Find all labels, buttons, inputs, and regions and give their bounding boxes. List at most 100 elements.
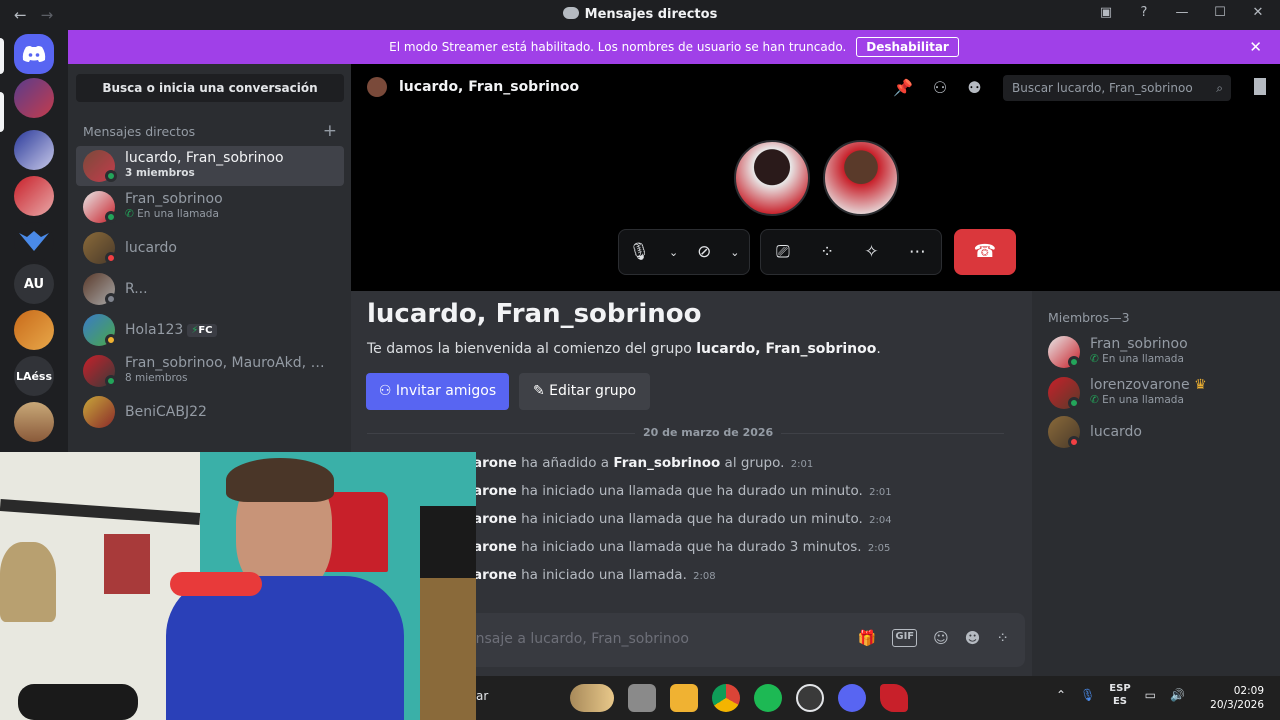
chat-search-input[interactable]: Buscar lucardo, Fran_sobrinoo ⌕	[1003, 75, 1231, 101]
chrome-icon[interactable]	[712, 684, 740, 712]
member-item[interactable]: Fran_sobrinoo ✆ En una llamada	[1048, 332, 1268, 372]
discord-window: ← → Mensajes directos ▣ ? — ☐ ✕ El modo …	[0, 0, 1280, 720]
help-icon[interactable]: ?	[1136, 5, 1152, 20]
chevron-down-icon[interactable]: ⌄	[730, 246, 739, 259]
webcam-monitor	[420, 506, 476, 580]
member-sub: ✆ En una llamada	[1090, 394, 1184, 406]
emoji-icon[interactable]: ☻	[965, 629, 981, 647]
header-actions: 📌 ⚇ ⚉	[893, 78, 982, 97]
camera-off-icon[interactable]: ⊘	[697, 242, 711, 262]
disable-streamer-button[interactable]: Deshabilitar	[856, 37, 959, 57]
home-discord-icon[interactable]	[14, 34, 54, 74]
activities-icon[interactable]: ⁘	[820, 242, 834, 262]
widget-icon[interactable]	[570, 684, 614, 712]
member-item[interactable]: lorenzovarone ♛ ✆ En una llamada	[1048, 373, 1268, 413]
window-controls: ▣ ? — ☐ ✕	[1098, 5, 1266, 20]
soundboard-icon[interactable]: ✧	[864, 242, 878, 262]
spotify-icon[interactable]	[754, 684, 782, 712]
members-header: Miembros—3	[1048, 310, 1130, 325]
task-view-icon[interactable]	[628, 684, 656, 712]
gift-icon[interactable]: 🎁	[858, 629, 877, 647]
more-options-icon[interactable]: ⋯	[909, 242, 926, 262]
webcam-hat	[0, 542, 56, 622]
server-1-icon[interactable]	[14, 130, 54, 170]
discord-taskbar-icon[interactable]	[838, 684, 866, 712]
pin-icon[interactable]: 📌	[893, 78, 913, 97]
search-icon: ⌕	[1216, 81, 1223, 95]
invite-friends-button[interactable]: ⚇ Invitar amigos	[366, 373, 509, 410]
add-friend-icon[interactable]: ⚇	[933, 78, 947, 97]
dm-sub: 3 miembros	[125, 167, 195, 179]
server-3-icon[interactable]	[14, 222, 54, 262]
server-2-icon[interactable]	[14, 176, 54, 216]
inbox-icon[interactable]: ▣	[1098, 5, 1114, 20]
call-area: 🎙 ⌄ ⊘ ⌄ ⎚ ⁘ ✧ ⋯ ☎	[351, 112, 1280, 291]
obs-icon[interactable]	[796, 684, 824, 712]
discord-logo-icon	[562, 7, 579, 19]
system-message: arone ha añadido a Fran_sobrinoo al grup…	[473, 455, 814, 471]
call-participant-avatar[interactable]	[823, 140, 899, 216]
screen-share-icon[interactable]: ⎚	[776, 242, 790, 262]
chevron-down-icon[interactable]: ⌄	[669, 246, 678, 259]
server-4-icon[interactable]	[14, 310, 54, 350]
call-pill	[0, 92, 4, 132]
call-participant-avatar[interactable]	[734, 140, 810, 216]
dm-call-avatar[interactable]	[14, 78, 54, 118]
pencil-icon: ✎	[532, 383, 550, 399]
apps-icon[interactable]: ⁘	[996, 629, 1009, 647]
server-laess-icon[interactable]: LAéss	[14, 356, 54, 396]
game-app-icon[interactable]	[880, 684, 908, 712]
dm-item-r[interactable]: R...	[76, 269, 344, 309]
webcam-poster	[104, 534, 150, 594]
member-list: Miembros—3 Fran_sobrinoo ✆ En una llamad…	[1032, 291, 1280, 720]
dm-item-lucardo[interactable]: lucardo	[76, 228, 344, 268]
date-divider: 20 de marzo de 2026	[367, 426, 1004, 439]
phone-icon: ✆	[125, 208, 134, 220]
microphone-icon[interactable]: 🎙	[628, 242, 650, 262]
minimize-button[interactable]: —	[1174, 5, 1190, 20]
status-dot	[105, 211, 117, 223]
message-placeholder: ensaje a lucardo, Fran_sobrinoo	[467, 631, 689, 647]
dm-item-hola123[interactable]: Hola123 ⚡FC	[76, 310, 344, 350]
welcome-text: Te damos la bienvenida al comienzo del g…	[367, 341, 881, 357]
call-actions: ⎚ ⁘ ✧ ⋯	[760, 229, 942, 275]
dm-item-fran[interactable]: Fran_sobrinoo ✆ En una llamada	[76, 187, 344, 227]
dm-search-button[interactable]: Busca o inicia una conversación	[76, 74, 344, 102]
server-au-icon[interactable]: AU	[14, 264, 54, 304]
member-item[interactable]: lucardo	[1048, 412, 1268, 452]
file-explorer-icon[interactable]	[670, 684, 698, 712]
server-5-icon[interactable]	[14, 402, 54, 442]
maximize-button[interactable]: ☐	[1212, 5, 1228, 20]
dm-item-group-8[interactable]: Fran_sobrinoo, MauroAkd, mati... 8 miemb…	[76, 351, 344, 391]
clock[interactable]: 02:09 20/3/2026	[1210, 684, 1264, 712]
network-icon[interactable]: ▭	[1145, 688, 1156, 702]
taskbar-search[interactable]: ar	[476, 689, 488, 703]
chevron-up-icon[interactable]: ⌃	[1056, 688, 1066, 702]
volume-icon[interactable]: 🔊	[1170, 688, 1185, 702]
webcam-shelf	[420, 578, 476, 720]
edit-group-button[interactable]: ✎ Editar grupo	[519, 373, 650, 410]
dm-sub: 8 miembros	[125, 372, 188, 384]
audio-video-controls: 🎙 ⌄ ⊘ ⌄	[618, 229, 750, 275]
dm-item-group[interactable]: lucardo, Fran_sobrinoo 3 miembros	[76, 146, 344, 186]
create-dm-plus-icon[interactable]: +	[323, 121, 337, 141]
system-tray: ⌃ 🎙 ESP ES ▭ 🔊	[1056, 682, 1185, 708]
microphone-tray-icon[interactable]: 🎙	[1080, 688, 1095, 702]
gif-icon[interactable]: GIF	[892, 629, 918, 647]
webcam-shirt	[166, 576, 404, 720]
dm-section-header: Mensajes directos +	[83, 121, 337, 141]
language-indicator[interactable]: ESP ES	[1109, 682, 1130, 708]
dm-item-beni[interactable]: BeniCABJ22	[76, 392, 344, 432]
sticker-icon[interactable]: ☺	[933, 629, 949, 647]
members-icon[interactable]: ⚉	[967, 78, 981, 97]
hangup-phone-icon: ☎	[973, 241, 997, 262]
disconnect-call-button[interactable]: ☎	[954, 229, 1016, 275]
dm-name: lucardo, Fran_sobrinoo	[125, 150, 284, 166]
status-dot	[105, 170, 117, 182]
close-window-button[interactable]: ✕	[1250, 5, 1266, 20]
bookmark-icon[interactable]	[1254, 78, 1266, 95]
dm-sub: ✆ En una llamada	[125, 208, 219, 220]
chat-title: lucardo, Fran_sobrinoo	[399, 79, 580, 95]
close-banner-icon[interactable]: ✕	[1249, 38, 1262, 56]
taskbar-apps	[570, 684, 908, 712]
